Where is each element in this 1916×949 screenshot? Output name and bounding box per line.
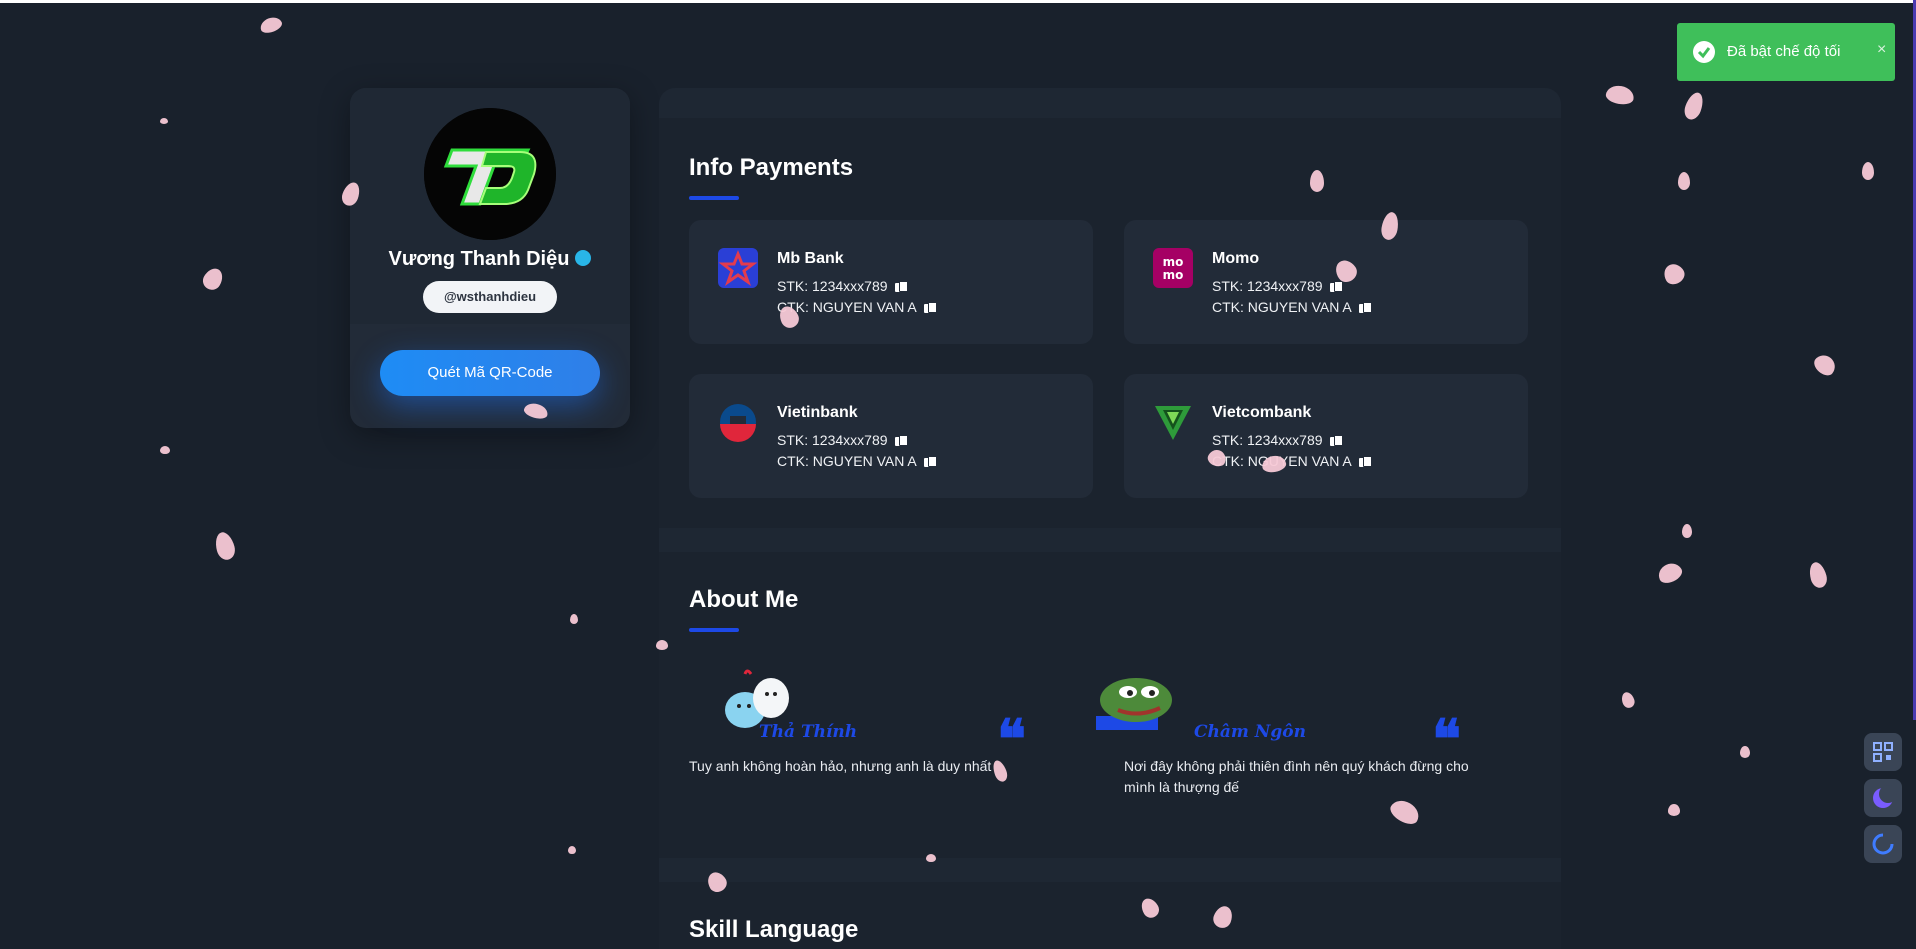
petal (926, 854, 936, 862)
loading-button[interactable] (1864, 825, 1902, 863)
qr-icon (1873, 742, 1893, 762)
svg-text:mo: mo (1163, 255, 1184, 269)
momo-icon: mo mo (1153, 248, 1193, 288)
profile-name: Vương Thanh Diệu (350, 248, 630, 271)
check-icon (1693, 41, 1715, 63)
petal (258, 14, 284, 36)
payment-card-momo: mo mo Momo STK: 1234xxx789 CTK: NGUYEN VA… (1124, 220, 1528, 344)
payment-card-mbbank: Mb Bank STK: 1234xxx789 CTK: NGUYEN VAN … (689, 220, 1093, 344)
profile-card: Vương Thanh Diệu @wsthanhdieu Quét Mã QR… (350, 88, 630, 428)
payment-ctk: CTK: NGUYEN VAN A (777, 299, 937, 315)
about-text: Nơi đây không phải thiên đình nên quý kh… (1124, 758, 1469, 795)
payment-stk: STK: 1234xxx789 (1212, 278, 1343, 294)
petal (1740, 746, 1750, 758)
profile-handle[interactable]: @wsthanhdieu (423, 281, 557, 313)
payments-title: Info Payments (689, 154, 854, 181)
petal (199, 264, 227, 294)
petal (1806, 560, 1830, 590)
petal (1681, 90, 1707, 122)
petal (1619, 690, 1637, 710)
copy-icon[interactable] (1358, 456, 1372, 468)
petal (1604, 83, 1636, 107)
toast-notification: Đã bật chế độ tối × (1677, 23, 1895, 81)
dark-mode-toggle[interactable] (1864, 779, 1902, 817)
mb-bank-icon (718, 248, 758, 288)
copy-icon[interactable] (1329, 281, 1343, 293)
petal (570, 614, 578, 624)
vietinbank-icon (718, 402, 758, 442)
petal (1660, 260, 1688, 288)
copy-icon[interactable] (1358, 302, 1372, 314)
payment-ctk-text: CTK: NGUYEN VAN A (777, 453, 917, 469)
pepe-sticker-icon (1096, 678, 1172, 730)
payment-ctk-text: CTK: NGUYEN VAN A (1212, 299, 1352, 315)
petal (1655, 559, 1685, 587)
payment-card-vietinbank: Vietinbank STK: 1234xxx789 CTK: NGUYEN V… (689, 374, 1093, 498)
payment-card-vietcombank: Vietcombank STK: 1234xxx789 CTK: NGUYEN … (1124, 374, 1528, 498)
petal (568, 846, 576, 854)
payment-ctk: CTK: NGUYEN VAN A (1212, 453, 1372, 469)
petal (1810, 351, 1840, 379)
copy-icon[interactable] (923, 302, 937, 314)
td-logo-icon (424, 108, 556, 240)
about-item-cham-ngon: Châm Ngôn ❝ Nơi đây không phải thiên đìn… (1094, 660, 1496, 810)
petal (656, 640, 668, 650)
petal (1310, 170, 1324, 192)
scan-qr-button[interactable]: Quét Mã QR-Code (380, 350, 600, 396)
payment-bank-name: Vietinbank (777, 404, 858, 421)
skill-title: Skill Language (689, 916, 859, 943)
payments-title-underline (689, 196, 739, 200)
qr-code-button[interactable] (1864, 733, 1902, 771)
payment-ctk-text: CTK: NGUYEN VAN A (777, 299, 917, 315)
petal (1668, 804, 1680, 816)
about-category: Châm Ngôn (1194, 722, 1306, 742)
payment-stk-text: STK: 1234xxx789 (1212, 278, 1323, 294)
verified-icon (575, 249, 592, 266)
vietcombank-icon (1153, 402, 1193, 442)
about-title: About Me (689, 586, 799, 613)
avatar (424, 108, 556, 240)
toast-text: Đã bật chế độ tối (1727, 43, 1841, 60)
copy-icon[interactable] (894, 435, 908, 447)
payment-ctk: CTK: NGUYEN VAN A (1212, 299, 1372, 315)
svg-text:mo: mo (1163, 268, 1184, 282)
about-title-underline (689, 628, 739, 632)
payment-ctk: CTK: NGUYEN VAN A (777, 453, 937, 469)
petal (1862, 162, 1874, 180)
payment-stk-text: STK: 1234xxx789 (1212, 432, 1323, 448)
about-category: Thả Thính (759, 722, 858, 742)
petal (1678, 172, 1690, 190)
about-section: About Me Thả Thính ❝ Tuy anh không hoàn … (659, 552, 1561, 858)
payment-stk-text: STK: 1234xxx789 (777, 432, 888, 448)
moon-icon (1873, 785, 1897, 808)
petal (160, 446, 170, 454)
profile-name-text: Vương Thanh Diệu (388, 248, 570, 270)
payment-stk: STK: 1234xxx789 (1212, 432, 1343, 448)
copy-icon[interactable] (923, 456, 937, 468)
copy-icon[interactable] (1329, 435, 1343, 447)
payment-stk: STK: 1234xxx789 (777, 278, 908, 294)
payment-bank-name: Vietcombank (1212, 404, 1312, 421)
petal (212, 530, 238, 562)
top-border (0, 0, 1916, 3)
payment-stk-text: STK: 1234xxx789 (777, 278, 888, 294)
about-item-tha-thinh: Thả Thính ❝ Tuy anh không hoàn hảo, nhưn… (659, 660, 1061, 810)
copy-icon[interactable] (894, 281, 908, 293)
petal (160, 118, 168, 124)
petal (1682, 524, 1692, 538)
payment-bank-name: Momo (1212, 250, 1260, 267)
spinner-icon (1872, 833, 1894, 855)
payment-stk: STK: 1234xxx789 (777, 432, 908, 448)
close-icon[interactable]: × (1877, 41, 1886, 59)
payment-bank-name: Mb Bank (777, 250, 844, 267)
skill-section: Skill Language (659, 882, 1561, 949)
